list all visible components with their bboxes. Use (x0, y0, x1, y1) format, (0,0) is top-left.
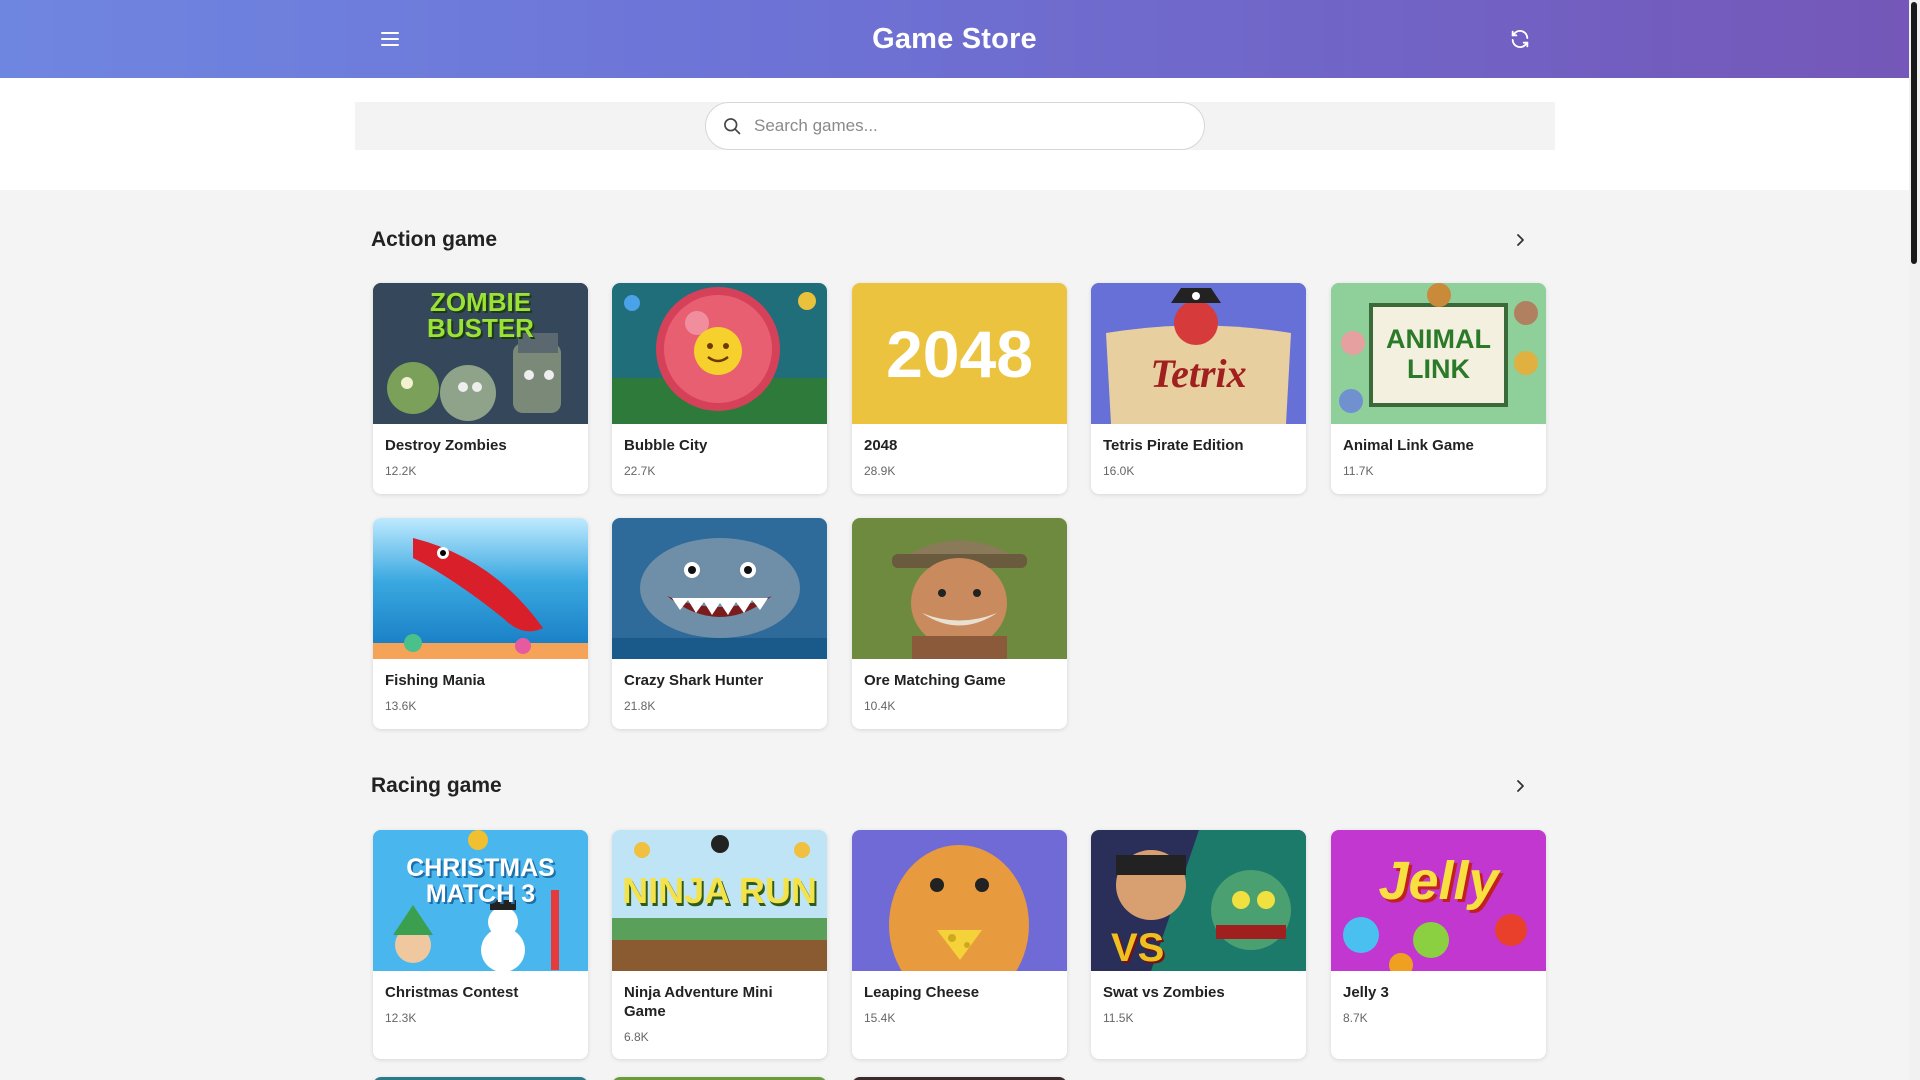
game-name: Destroy Zombies (385, 437, 507, 454)
game-card-fishing-mania[interactable]: Fishing Mania 13.6K (373, 518, 588, 729)
game-thumbnail: Jelly (1331, 830, 1546, 971)
game-thumbnail (852, 518, 1067, 659)
game-card-destroy-zombies[interactable]: ZOMBIE BUSTER Destroy Zombies 12.2K (373, 283, 588, 494)
cheese-art (852, 830, 1067, 971)
section-more-racing[interactable] (1508, 774, 1532, 798)
game-card-leaping-cheese[interactable]: Leaping Cheese 15.4K (852, 830, 1067, 1059)
game-play-count: 13.6K (385, 699, 417, 713)
page-scrollbar[interactable] (1909, 0, 1920, 1080)
game-thumbnail: NINJA RUN (612, 830, 827, 971)
game-thumbnail: CHRISTMAS MATCH 3 (373, 830, 588, 971)
game-name: Swat vs Zombies (1103, 984, 1225, 1001)
game-thumbnail (373, 518, 588, 659)
game-name: Ninja Adventure Mini Game (624, 984, 773, 1020)
shark-art (612, 518, 827, 659)
game-art-title: VS (1111, 926, 1165, 970)
game-play-count: 8.7K (1343, 1011, 1368, 1025)
game-play-count: 22.7K (624, 464, 656, 478)
game-thumbnail (852, 830, 1067, 971)
game-card-christmas-contest[interactable]: CHRISTMAS MATCH 3 Christmas Contest 12.3… (373, 830, 588, 1059)
game-thumbnail (612, 518, 827, 659)
game-play-count: 11.7K (1343, 464, 1374, 478)
game-art-title: ZOMBIE BUSTER (427, 287, 534, 343)
game-art-title: CHRISTMAS MATCH 3 (406, 853, 555, 908)
section-more-action[interactable] (1508, 228, 1532, 252)
game-thumbnail: 2048 (852, 283, 1067, 424)
game-play-count: 10.4K (864, 699, 896, 713)
game-name: Jelly 3 (1343, 984, 1389, 1001)
game-art-title: Tetrix (1150, 351, 1247, 396)
game-art-title: Jelly (1378, 850, 1499, 911)
game-play-count: 6.8K (624, 1030, 649, 1044)
game-play-count: 12.2K (385, 464, 417, 478)
refresh-button[interactable] (1502, 21, 1538, 57)
game-thumbnail: VS (1091, 830, 1306, 971)
game-card-ninja-adventure[interactable]: NINJA RUN Ninja Adventure Mini Game 6.8K (612, 830, 827, 1059)
search-box[interactable] (705, 102, 1205, 150)
game-card-crazy-shark[interactable]: Crazy Shark Hunter 21.8K (612, 518, 827, 729)
search-area (0, 78, 1909, 190)
game-thumbnail (612, 283, 827, 424)
section-title-racing: Racing game (371, 774, 502, 797)
game-thumbnail: ANIMAL LINK (1331, 283, 1546, 424)
game-play-count: 28.9K (864, 464, 896, 478)
fishing-art (373, 518, 588, 659)
game-name: Leaping Cheese (864, 984, 980, 1001)
game-name: Animal Link Game (1343, 437, 1474, 454)
game-art-title: NINJA RUN (622, 869, 817, 911)
chevron-right-icon (1517, 234, 1524, 246)
game-play-count: 12.3K (385, 1011, 417, 1025)
bubble-art (612, 283, 827, 424)
game-name: Tetris Pirate Edition (1103, 437, 1244, 454)
game-card-ore-matching[interactable]: Ore Matching Game 10.4K (852, 518, 1067, 729)
hamburger-icon (381, 32, 399, 46)
game-card-2048[interactable]: 2048 2048 28.9K (852, 283, 1067, 494)
game-name: Fishing Mania (385, 672, 486, 689)
game-art-title: ANIMAL LINK (1386, 323, 1491, 384)
game-name: Ore Matching Game (864, 672, 1006, 689)
game-card-jelly-3[interactable]: Jelly Jelly 3 8.7K (1331, 830, 1546, 1059)
scrollbar-thumb[interactable] (1911, 2, 1917, 264)
game-card-animal-link[interactable]: ANIMAL LINK Animal Link Game 11.7K (1331, 283, 1546, 494)
search-input[interactable] (754, 116, 1174, 136)
page-title: Game Store (872, 22, 1037, 55)
game-name: Bubble City (624, 437, 708, 454)
search-strip (355, 102, 1555, 150)
menu-button[interactable] (372, 21, 408, 57)
chevron-right-icon (1517, 780, 1524, 792)
app-header: Game Store (0, 0, 1909, 78)
game-card-tetris-pirate[interactable]: Tetrix Tetris Pirate Edition 16.0K (1091, 283, 1306, 494)
game-thumbnail: ZOMBIE BUSTER (373, 283, 588, 424)
game-card-bubble-city[interactable]: Bubble City 22.7K (612, 283, 827, 494)
search-icon (724, 118, 741, 135)
game-play-count: 11.5K (1103, 1011, 1134, 1025)
game-art-title: 2048 (886, 316, 1033, 391)
game-card-swat-vs-zombies[interactable]: VS Swat vs Zombies 11.5K (1091, 830, 1306, 1059)
game-name: Christmas Contest (385, 984, 519, 1001)
game-name: 2048 (864, 437, 898, 454)
miner-art (852, 518, 1067, 659)
refresh-icon (1511, 30, 1529, 48)
game-play-count: 15.4K (864, 1011, 896, 1025)
game-play-count: 16.0K (1103, 464, 1135, 478)
game-play-count: 21.8K (624, 699, 656, 713)
section-title-action: Action game (371, 228, 498, 251)
game-name: Crazy Shark Hunter (624, 672, 764, 689)
game-thumbnail: Tetrix (1091, 283, 1306, 424)
